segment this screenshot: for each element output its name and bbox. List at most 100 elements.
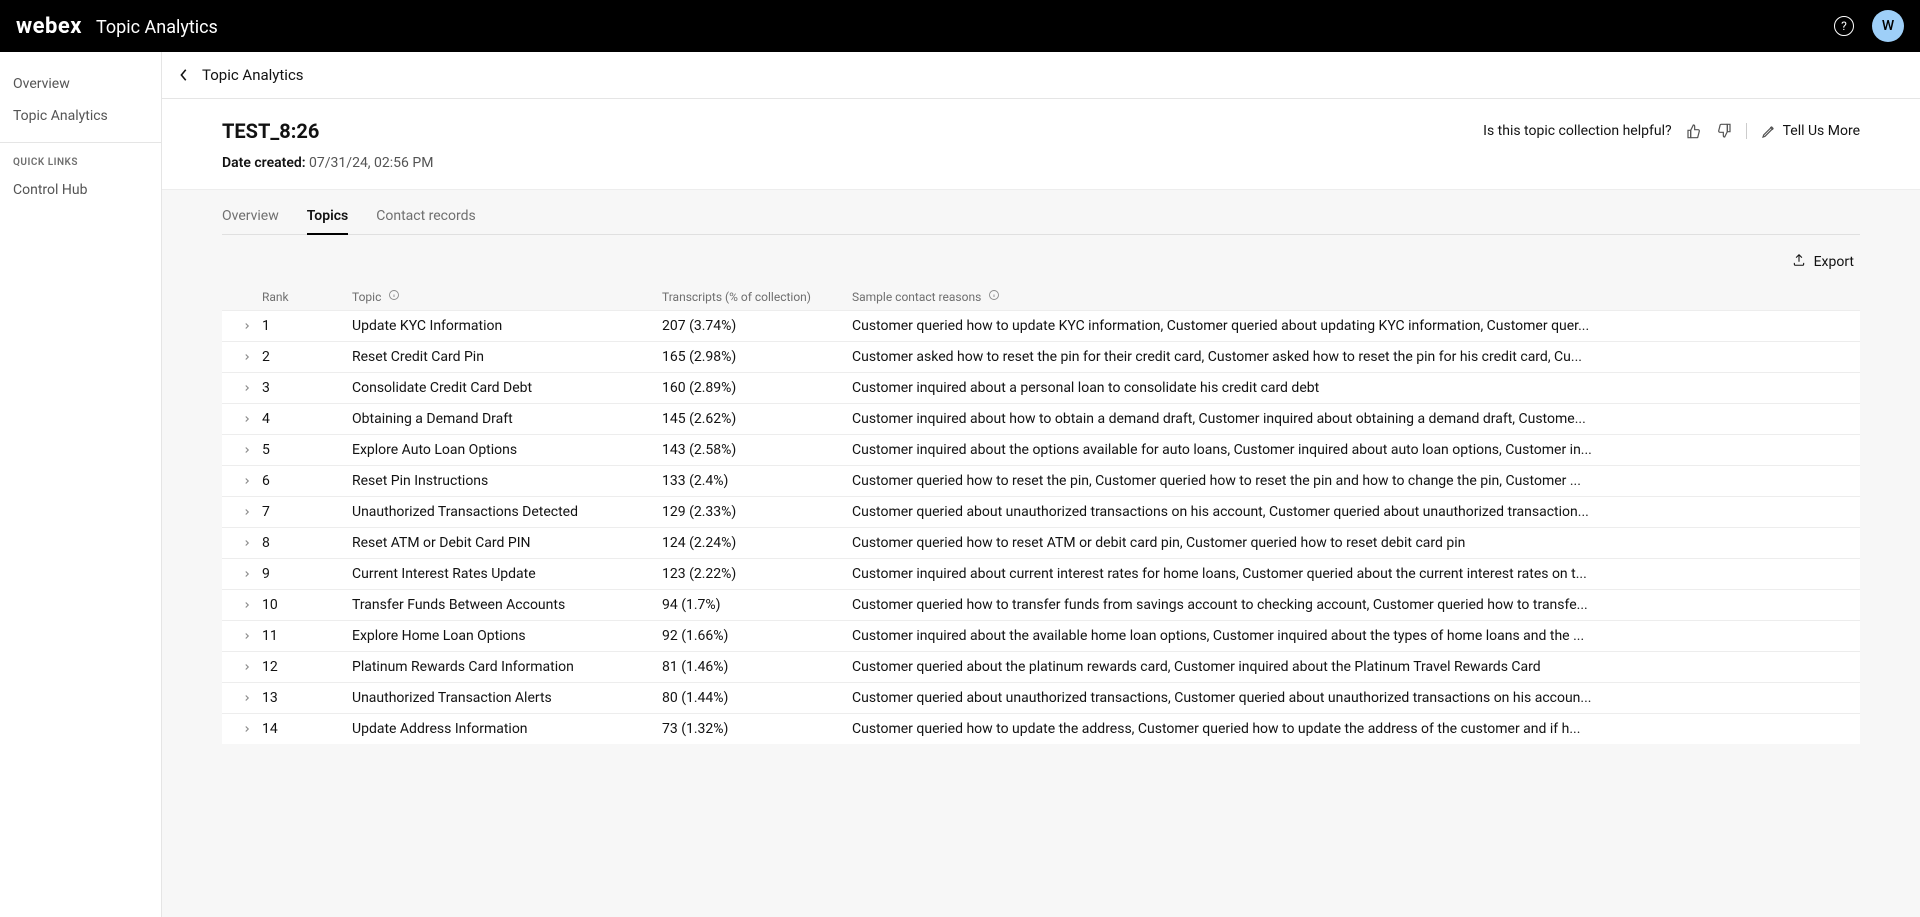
cell-sample: Customer inquired about how to obtain a … (852, 411, 1850, 427)
content-area: Overview Topics Contact records Export R… (162, 190, 1920, 917)
expand-icon[interactable] (232, 724, 262, 734)
tabs: Overview Topics Contact records (222, 190, 1860, 235)
table-row[interactable]: 5Explore Auto Loan Options143 (2.58%)Cus… (222, 434, 1860, 465)
cell-transcripts: 73 (1.32%) (662, 721, 852, 737)
cell-rank: 3 (262, 380, 352, 396)
th-sample-label: Sample contact reasons (852, 290, 981, 304)
topics-table: Rank Topic Transcripts (% of collection)… (222, 283, 1860, 744)
cell-rank: 4 (262, 411, 352, 427)
sidebar-item-control-hub[interactable]: Control Hub (0, 174, 161, 206)
table-row[interactable]: 1Update KYC Information207 (3.74%)Custom… (222, 310, 1860, 341)
expand-icon[interactable] (232, 383, 262, 393)
export-icon (1792, 253, 1806, 271)
expand-icon[interactable] (232, 600, 262, 610)
cell-sample: Customer queried how to reset ATM or deb… (852, 535, 1850, 551)
breadcrumb: Topic Analytics (162, 52, 1920, 99)
expand-icon[interactable] (232, 569, 262, 579)
cell-sample: Customer inquired about current interest… (852, 566, 1850, 582)
thumbs-down-icon[interactable] (1716, 123, 1732, 139)
table-row[interactable]: 8Reset ATM or Debit Card PIN124 (2.24%)C… (222, 527, 1860, 558)
cell-topic: Reset ATM or Debit Card PIN (352, 535, 662, 551)
help-glyph: ? (1841, 19, 1847, 33)
table-row[interactable]: 13Unauthorized Transaction Alerts80 (1.4… (222, 682, 1860, 713)
cell-transcripts: 133 (2.4%) (662, 473, 852, 489)
cell-transcripts: 80 (1.44%) (662, 690, 852, 706)
cell-topic: Obtaining a Demand Draft (352, 411, 662, 427)
expand-icon[interactable] (232, 476, 262, 486)
table-row[interactable]: 6Reset Pin Instructions133 (2.4%)Custome… (222, 465, 1860, 496)
cell-rank: 9 (262, 566, 352, 582)
sidebar: Overview Topic Analytics QUICK LINKS Con… (0, 52, 162, 917)
date-label: Date created: (222, 155, 306, 171)
cell-transcripts: 143 (2.58%) (662, 442, 852, 458)
table-row[interactable]: 11Explore Home Loan Options92 (1.66%)Cus… (222, 620, 1860, 651)
tell-us-more-label: Tell Us More (1783, 123, 1860, 139)
expand-icon[interactable] (232, 414, 262, 424)
expand-icon[interactable] (232, 631, 262, 641)
sidebar-item-label: Topic Analytics (13, 108, 108, 124)
cell-topic: Reset Credit Card Pin (352, 349, 662, 365)
cell-rank: 10 (262, 597, 352, 613)
th-topic: Topic (352, 289, 662, 304)
cell-sample: Customer queried how to reset the pin, C… (852, 473, 1850, 489)
cell-transcripts: 124 (2.24%) (662, 535, 852, 551)
table-row[interactable]: 3Consolidate Credit Card Debt160 (2.89%)… (222, 372, 1860, 403)
tell-us-more-button[interactable]: Tell Us More (1761, 123, 1860, 139)
tab-overview[interactable]: Overview (222, 204, 279, 234)
header-left: TEST_8:26 Date created: 07/31/24, 02:56 … (222, 119, 433, 171)
th-topic-label: Topic (352, 290, 381, 304)
expand-icon[interactable] (232, 321, 262, 331)
date-value: 07/31/24, 02:56 PM (309, 155, 433, 171)
sidebar-item-overview[interactable]: Overview (0, 68, 161, 100)
table-row[interactable]: 9Current Interest Rates Update123 (2.22%… (222, 558, 1860, 589)
table-row[interactable]: 12Platinum Rewards Card Information81 (1… (222, 651, 1860, 682)
th-rank: Rank (262, 290, 352, 304)
cell-sample: Customer queried how to transfer funds f… (852, 597, 1850, 613)
cell-topic: Explore Auto Loan Options (352, 442, 662, 458)
expand-icon[interactable] (232, 662, 262, 672)
brand-title: Topic Analytics (96, 17, 218, 38)
avatar[interactable]: W (1872, 10, 1904, 42)
expand-icon[interactable] (232, 352, 262, 362)
info-icon[interactable] (388, 289, 400, 301)
cell-rank: 14 (262, 721, 352, 737)
sidebar-item-topic-analytics[interactable]: Topic Analytics (0, 100, 161, 132)
cell-topic: Explore Home Loan Options (352, 628, 662, 644)
cell-rank: 11 (262, 628, 352, 644)
brand-logo: webex (16, 14, 82, 39)
export-label: Export (1814, 254, 1854, 270)
export-button[interactable]: Export (1786, 249, 1860, 275)
info-icon[interactable] (988, 289, 1000, 301)
expand-icon[interactable] (232, 538, 262, 548)
table-row[interactable]: 2Reset Credit Card Pin165 (2.98%)Custome… (222, 341, 1860, 372)
cell-topic: Consolidate Credit Card Debt (352, 380, 662, 396)
table-row[interactable]: 4Obtaining a Demand Draft145 (2.62%)Cust… (222, 403, 1860, 434)
feedback-bar: Is this topic collection helpful? Tell U… (1483, 119, 1860, 139)
tab-contact-records[interactable]: Contact records (376, 204, 476, 234)
thumbs-up-icon[interactable] (1686, 123, 1702, 139)
cell-topic: Reset Pin Instructions (352, 473, 662, 489)
cell-rank: 12 (262, 659, 352, 675)
th-sample: Sample contact reasons (852, 289, 1850, 304)
cell-transcripts: 94 (1.7%) (662, 597, 852, 613)
table-row[interactable]: 7Unauthorized Transactions Detected129 (… (222, 496, 1860, 527)
breadcrumb-text: Topic Analytics (202, 66, 304, 84)
cell-topic: Unauthorized Transactions Detected (352, 504, 662, 520)
tab-topics[interactable]: Topics (307, 204, 348, 234)
expand-icon[interactable] (232, 507, 262, 517)
cell-sample: Customer queried how to update the addre… (852, 721, 1850, 737)
help-icon[interactable]: ? (1834, 16, 1854, 36)
back-icon[interactable] (176, 67, 192, 83)
table-row[interactable]: 14Update Address Information73 (1.32%)Cu… (222, 713, 1860, 744)
cell-topic: Current Interest Rates Update (352, 566, 662, 582)
cell-topic: Unauthorized Transaction Alerts (352, 690, 662, 706)
expand-icon[interactable] (232, 445, 262, 455)
cell-rank: 8 (262, 535, 352, 551)
main: Topic Analytics TEST_8:26 Date created: … (162, 52, 1920, 917)
cell-transcripts: 129 (2.33%) (662, 504, 852, 520)
cell-transcripts: 207 (3.74%) (662, 318, 852, 334)
expand-icon[interactable] (232, 693, 262, 703)
table-row[interactable]: 10Transfer Funds Between Accounts94 (1.7… (222, 589, 1860, 620)
table-header: Rank Topic Transcripts (% of collection)… (222, 283, 1860, 310)
page-title: TEST_8:26 (222, 119, 433, 143)
